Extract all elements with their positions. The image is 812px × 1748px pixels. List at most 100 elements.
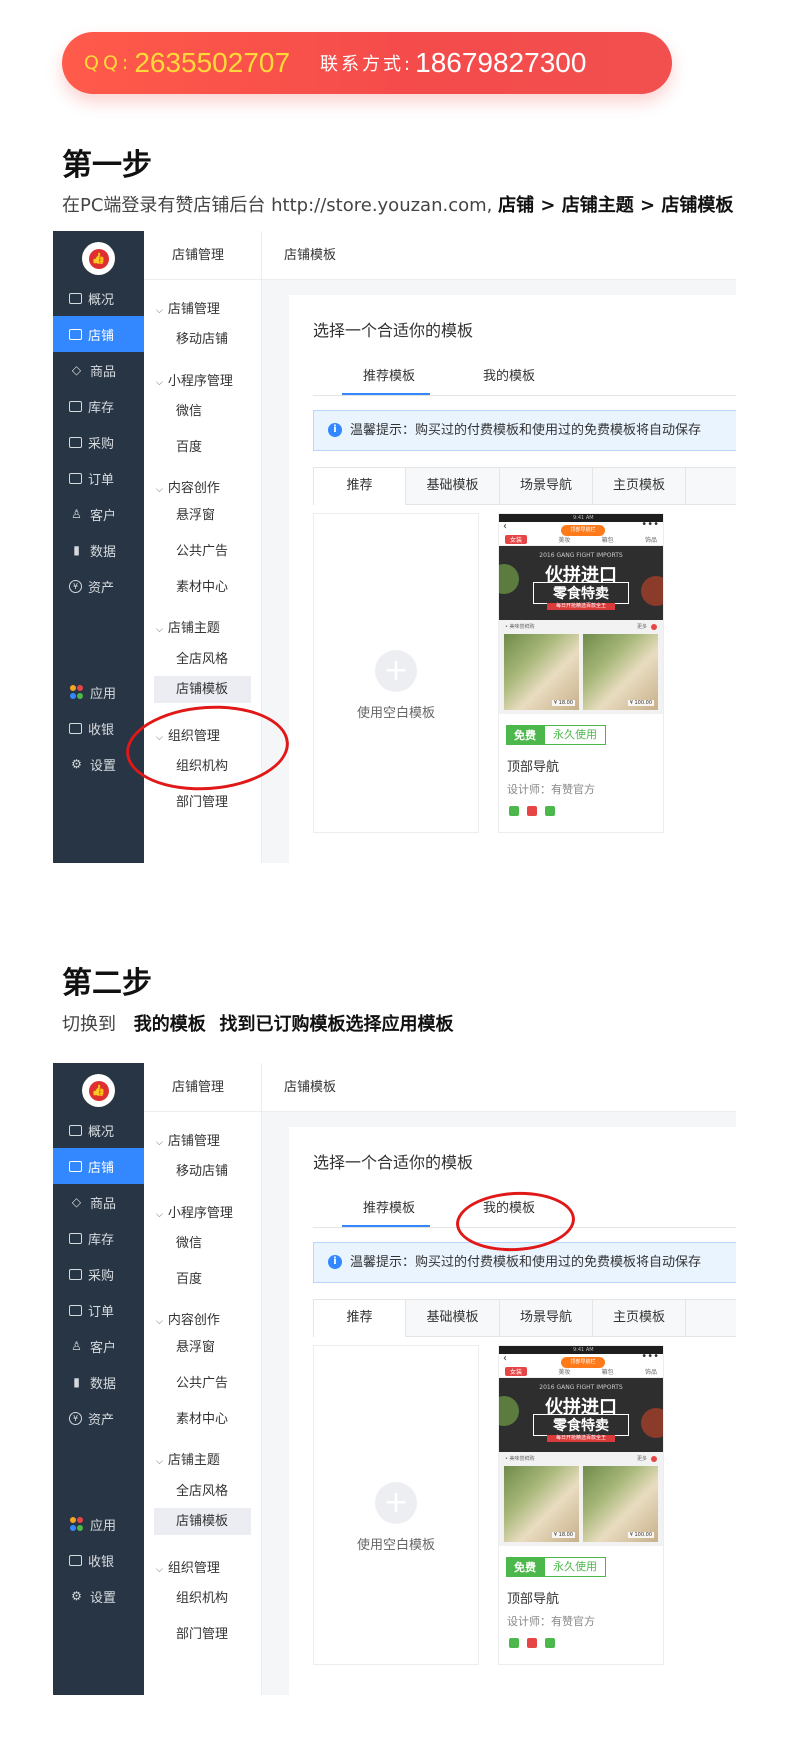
sidebar-item-order[interactable]: 订单 — [53, 460, 144, 496]
subnav-group-store-theme[interactable]: ⌵ 店铺主题 — [156, 1449, 220, 1468]
template-item-top-nav[interactable]: 9:41 AM ‹ ••• 顶部导航栏 女装 美妆 箱包 饰品 2016 GANG… — [498, 513, 664, 833]
purchase-icon — [69, 436, 82, 448]
sidebar-item-monitor[interactable]: 概况 — [53, 280, 144, 316]
blank-template-label: 使用空白模板 — [356, 706, 435, 721]
tab-recommended-templates[interactable]: 推荐模板 — [363, 365, 415, 384]
subnav-group-store-management[interactable]: ⌵ 店铺管理 — [156, 298, 220, 317]
tab-scene-navigation[interactable]: 场景导航 — [500, 468, 593, 504]
sidebar-item-tag[interactable]: ◇ 商品 — [53, 1184, 144, 1220]
subnav-group-mini-program[interactable]: ⌵ 小程序管理 — [156, 370, 233, 389]
qq-number: 2635502707 — [134, 47, 291, 78]
sidebar-item-gear[interactable]: ⚙ 设置 — [53, 1578, 144, 1614]
permanent-use-badge: 永久使用 — [544, 725, 606, 745]
sidebar-item-tag[interactable]: ◇ 商品 — [53, 352, 144, 388]
template-category-tabs: 推荐 基础模板 场景导航 主页模板 — [313, 467, 736, 505]
subnav-item-store-style[interactable]: 全店风格 — [154, 1478, 251, 1505]
subnav-item-public-ads[interactable]: 公共广告 — [154, 538, 251, 565]
tab-recommend[interactable]: 推荐 — [314, 1300, 406, 1337]
template-designer: 设计师：有赞官方 — [507, 783, 595, 796]
chart-icon: ▮ — [73, 543, 80, 557]
subnav-item-store-template[interactable]: 店铺模板 — [154, 676, 251, 703]
subnav-item-departments[interactable]: 部门管理 — [154, 1621, 251, 1648]
tab-scene-navigation[interactable]: 场景导航 — [500, 1300, 593, 1336]
store-icon — [69, 1160, 82, 1172]
subnav-item-wechat[interactable]: 微信 — [154, 1230, 251, 1257]
store-logo[interactable]: 👍 — [82, 1074, 115, 1107]
sidebar-item-cashier[interactable]: 收银 — [53, 1542, 144, 1578]
sidebar-item-inventory[interactable]: 库存 — [53, 388, 144, 424]
template-item-top-nav[interactable]: 9:41 AM ‹ ••• 顶部导航栏 女装 美妆 箱包 饰品 2016 GANG… — [498, 1345, 664, 1665]
tab-recommend[interactable]: 推荐 — [314, 468, 406, 505]
sidebar-item-asset[interactable]: ¥ 资产 — [53, 1400, 144, 1436]
preview-section-bar: • 美味尝鲜购 更多 — [499, 1452, 663, 1466]
blank-template-option[interactable]: + 使用空白模板 — [313, 1345, 479, 1665]
sidebar-item-store[interactable]: 店铺 — [53, 1148, 144, 1184]
subnav-item-departments[interactable]: 部门管理 — [154, 789, 251, 816]
subnav-group-store-theme[interactable]: ⌵ 店铺主题 — [156, 617, 220, 636]
chevron-down-icon: ⌵ — [156, 1565, 163, 1575]
sidebar-item-purchase[interactable]: 采购 — [53, 424, 144, 460]
sidebar-item-asset[interactable]: ¥ 资产 — [53, 568, 144, 604]
sidebar-item-chart[interactable]: ▮ 数据 — [53, 1364, 144, 1400]
sidebar-item-purchase[interactable]: 采购 — [53, 1256, 144, 1292]
tab-homepage-templates[interactable]: 主页模板 — [593, 1300, 686, 1336]
sidebar-item-inventory[interactable]: 库存 — [53, 1220, 144, 1256]
subnav-item-mobile-store[interactable]: 移动店铺 — [154, 1158, 251, 1185]
tabs-divider — [313, 395, 736, 396]
tab-basic-templates[interactable]: 基础模板 — [406, 468, 500, 504]
subnav-item-floating-window[interactable]: 悬浮窗 — [154, 502, 251, 529]
link-icon — [509, 1638, 519, 1648]
subnav-item-public-ads[interactable]: 公共广告 — [154, 1370, 251, 1397]
qq-label: QQ: — [84, 52, 133, 74]
tab-basic-templates[interactable]: 基础模板 — [406, 1300, 500, 1336]
sidebar-item-apps[interactable]: 应用 — [53, 674, 144, 710]
subnav-item-store-style[interactable]: 全店风格 — [154, 646, 251, 673]
admin-screenshot-step2: 👍 概况 店铺 ◇ 商品 库存 采购 订单 ♙ 客户 ▮ 数据 ¥ 资产 应用 收银 ⚙ 设置 店铺管理 ⌵ 店铺… — [53, 1063, 736, 1695]
subnav-item-wechat[interactable]: 微信 — [154, 398, 251, 425]
sidebar-item-label: 客户 — [90, 508, 117, 524]
subnav-item-material-center[interactable]: 素材中心 — [154, 1406, 251, 1433]
tab-homepage-templates[interactable]: 主页模板 — [593, 468, 686, 504]
tag-icon: ◇ — [71, 1195, 82, 1209]
subnav-item-floating-window[interactable]: 悬浮窗 — [154, 1334, 251, 1361]
subnav-group-organization[interactable]: ⌵ 组织管理 — [156, 1557, 220, 1576]
subnav-item-baidu[interactable]: 百度 — [154, 1266, 251, 1293]
store-logo[interactable]: 👍 — [82, 242, 115, 275]
step1-description: 在PC端登录有赞店铺后台 http://store.youzan.com, 店铺… — [62, 191, 733, 217]
subnav-group-mini-program[interactable]: ⌵ 小程序管理 — [156, 1202, 233, 1221]
subnav-item-baidu[interactable]: 百度 — [154, 434, 251, 461]
sidebar-item-chart[interactable]: ▮ 数据 — [53, 532, 144, 568]
tab-my-templates[interactable]: 我的模板 — [483, 365, 535, 384]
info-icon: i — [328, 423, 342, 437]
tab-recommended-templates[interactable]: 推荐模板 — [363, 1197, 415, 1216]
step1-desc-text: 在PC端登录有赞店铺后台 http://store.youzan.com, — [62, 195, 493, 216]
sidebar-item-label: 收银 — [88, 722, 115, 738]
sidebar-item-user[interactable]: ♙ 客户 — [53, 1328, 144, 1364]
subnav-item-material-center[interactable]: 素材中心 — [154, 574, 251, 601]
blank-template-option[interactable]: + 使用空白模板 — [313, 513, 479, 833]
info-icon: i — [328, 1255, 342, 1269]
subnav-item-org-structure[interactable]: 组织机构 — [154, 1585, 251, 1612]
subnav-item-mobile-store[interactable]: 移动店铺 — [154, 326, 251, 353]
subnav-group-content[interactable]: ⌵ 内容创作 — [156, 477, 220, 496]
subnav-group-content[interactable]: ⌵ 内容创作 — [156, 1309, 220, 1328]
preview-products: ¥ 18.00 ¥ 100.00 — [499, 634, 663, 714]
plus-icon: + — [375, 650, 417, 692]
sidebar-item-label: 店铺 — [88, 1160, 115, 1176]
asset-icon: ¥ — [69, 1411, 82, 1425]
user-icon: ♙ — [71, 1339, 82, 1353]
subnav-title: 店铺管理 — [144, 1063, 262, 1112]
breadcrumb: 店铺模板 — [262, 1063, 736, 1112]
chevron-down-icon: ⌵ — [156, 1457, 163, 1467]
page-title: 选择一个合适你的模板 — [313, 1153, 474, 1172]
subnav-item-store-template[interactable]: 店铺模板 — [154, 1508, 251, 1535]
template-preview-image: 9:41 AM ‹ ••• 顶部导航栏 女装 美妆 箱包 饰品 2016 GANG… — [499, 514, 663, 714]
sidebar-item-label: 应用 — [90, 1518, 117, 1534]
sidebar-item-order[interactable]: 订单 — [53, 1292, 144, 1328]
sidebar-item-monitor[interactable]: 概况 — [53, 1112, 144, 1148]
subnav-group-store-management[interactable]: ⌵ 店铺管理 — [156, 1130, 220, 1149]
sidebar-item-apps[interactable]: 应用 — [53, 1506, 144, 1542]
sidebar-item-user[interactable]: ♙ 客户 — [53, 496, 144, 532]
sidebar-item-label: 资产 — [88, 580, 115, 596]
sidebar-item-store[interactable]: 店铺 — [53, 316, 144, 352]
